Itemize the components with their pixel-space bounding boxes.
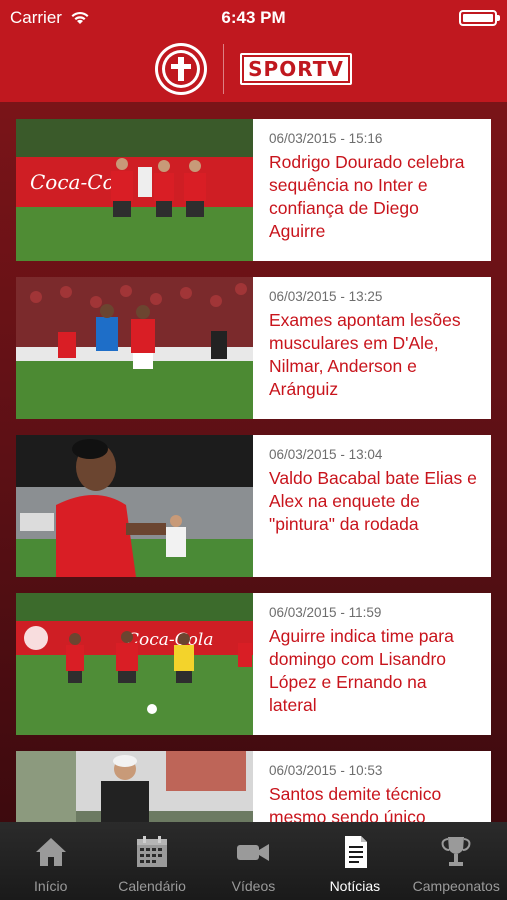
status-bar: Carrier 6:43 PM [0, 0, 507, 36]
news-title[interactable]: Rodrigo Dourado celebra sequência no Int… [269, 151, 477, 243]
news-title[interactable]: Exames apontam lesões musculares em D'Al… [269, 309, 477, 401]
news-photo [16, 435, 253, 577]
news-date: 06/03/2015 - 13:25 [269, 289, 383, 304]
news-title[interactable]: Aguirre indica time para domingo com Lis… [269, 625, 477, 717]
tab-campeonatos[interactable]: Campeonatos [406, 834, 506, 894]
news-title[interactable]: Valdo Bacabal bate Elias e Alex na enque… [269, 467, 477, 536]
tab-noticias[interactable]: Notícias [305, 834, 405, 894]
news-list[interactable]: Coca-Cola 06/03/2015 - 15:16 Rodrigo Dou… [0, 102, 507, 822]
news-date: 06/03/2015 - 10:53 [269, 763, 383, 778]
news-item[interactable]: Coca-Cola 06/03/2015 - 11:59 Aguirre ind… [16, 593, 491, 735]
wifi-icon [71, 11, 89, 24]
news-photo [16, 751, 253, 822]
news-photo [16, 277, 253, 419]
news-photo: Coca-Cola [16, 119, 253, 261]
news-document-icon [344, 836, 367, 868]
sportv-logo: SPORTV [240, 53, 352, 85]
tab-label: Vídeos [231, 878, 276, 894]
tab-label: Notícias [329, 878, 381, 894]
svg-text:Coca-Cola: Coca-Cola [126, 630, 213, 650]
header-divider [223, 44, 225, 94]
tab-label: Campeonatos [412, 878, 500, 894]
trophy-icon [441, 837, 471, 866]
tab-calendario[interactable]: Calendário [102, 834, 202, 894]
news-item[interactable]: 06/03/2015 - 10:53 Santos demite técnico… [16, 751, 491, 822]
club-crest-logo [155, 43, 208, 95]
battery-icon [459, 10, 500, 26]
tab-label: Início [33, 878, 68, 894]
news-date: 06/03/2015 - 13:04 [269, 447, 383, 462]
news-date: 06/03/2015 - 11:59 [269, 605, 382, 620]
tab-inicio[interactable]: Início [1, 834, 101, 894]
news-item[interactable]: 06/03/2015 - 13:04 Valdo Bacabal bate El… [16, 435, 491, 577]
calendar-icon [137, 836, 168, 867]
video-camera-icon [237, 844, 270, 861]
news-title[interactable]: Santos demite técnico mesmo sendo único [269, 783, 477, 822]
carrier-label: Carrier [10, 8, 62, 27]
news-photo: Coca-Cola [16, 593, 253, 735]
tab-videos[interactable]: Vídeos [203, 834, 303, 894]
tab-bar: Início Calendário Vídeos Notícias Campeo… [0, 822, 507, 900]
tab-label: Calendário [118, 878, 186, 894]
app-header: SPORTV [0, 36, 507, 102]
news-item[interactable]: 06/03/2015 - 13:25 Exames apontam lesões… [16, 277, 491, 419]
news-item[interactable]: Coca-Cola 06/03/2015 - 15:16 Rodrigo Dou… [16, 119, 491, 261]
home-icon [35, 838, 66, 866]
news-date: 06/03/2015 - 15:16 [269, 131, 383, 146]
